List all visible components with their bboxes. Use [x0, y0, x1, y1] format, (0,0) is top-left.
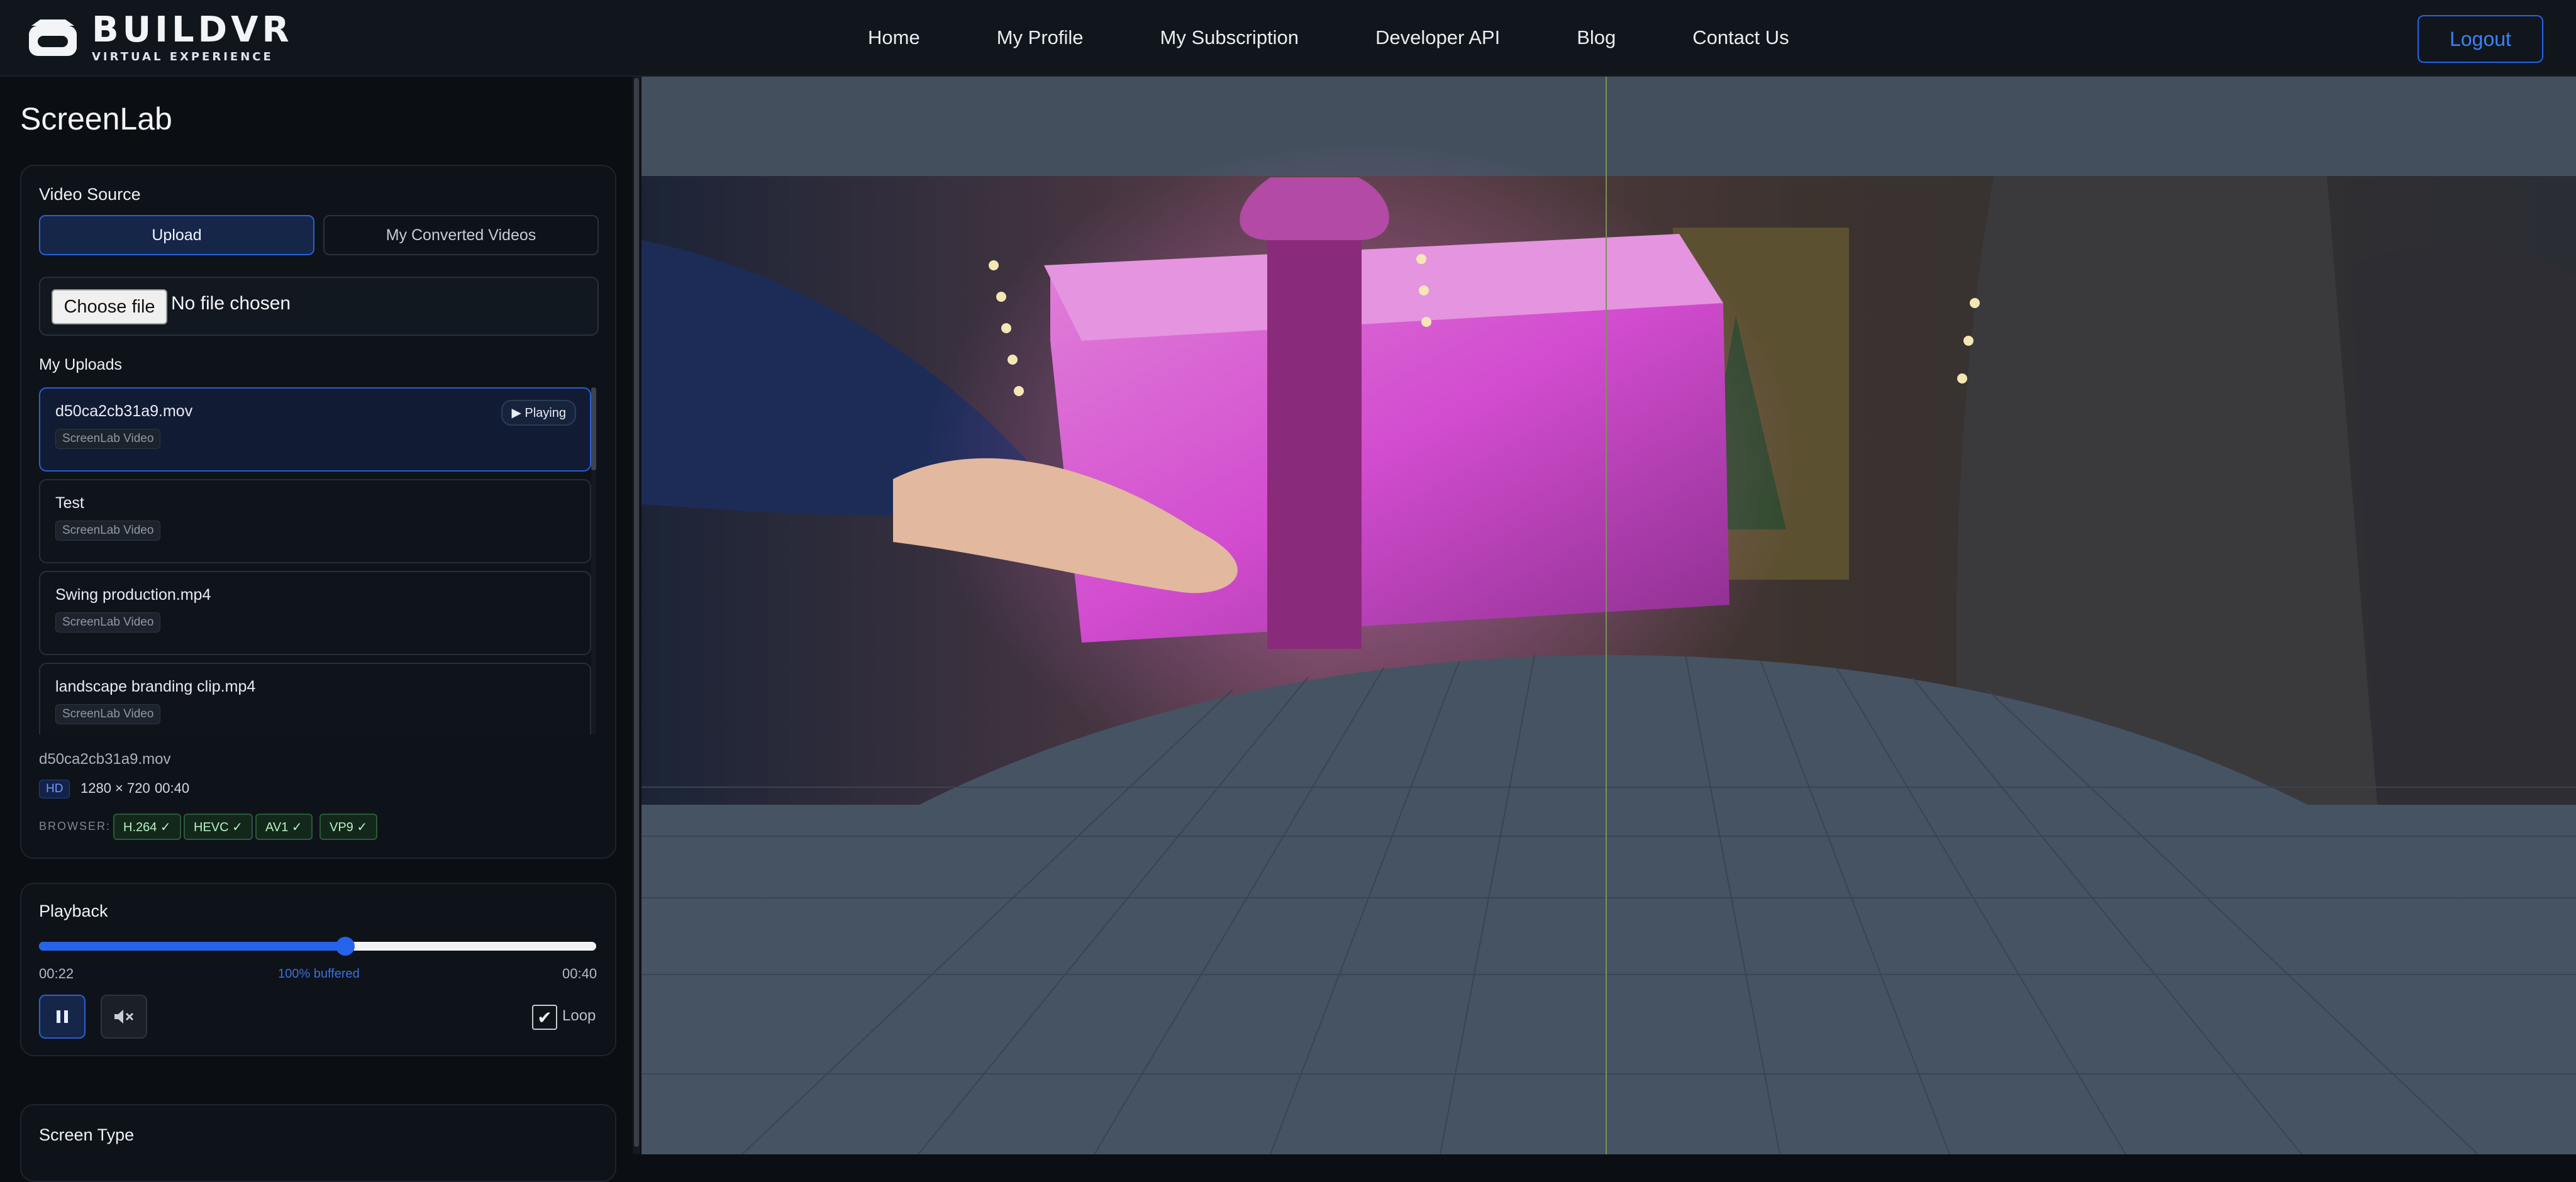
- brand-tagline: VIRTUAL EXPERIENCE: [92, 50, 274, 64]
- total-time: 00:40: [562, 966, 597, 981]
- browser-support-label: BROWSER:: [39, 820, 111, 832]
- tab-upload[interactable]: Upload: [39, 215, 314, 255]
- nav-developer-api[interactable]: Developer API: [1375, 26, 1500, 49]
- loop-label: Loop: [562, 1007, 596, 1024]
- video-gift-bow: [1240, 177, 1389, 240]
- playback-progress: [39, 942, 345, 951]
- upload-tag: ScreenLab Video: [55, 521, 161, 541]
- logout-button[interactable]: Logout: [2418, 15, 2543, 63]
- scene-background-top: [641, 77, 2576, 176]
- upload-name: landscape branding clip.mp4: [55, 678, 256, 695]
- mute-icon: [114, 1010, 134, 1024]
- list-item[interactable]: Test ScreenLab Video: [39, 479, 591, 563]
- file-status: No file chosen: [171, 293, 291, 314]
- vr-headset-logo-icon: [29, 19, 77, 56]
- playback-label: Playback: [39, 902, 108, 920]
- sidebar-scrollbar-thumb[interactable]: [634, 78, 639, 1147]
- duration-text: 00:40: [155, 780, 190, 796]
- upload-tag: ScreenLab Video: [55, 429, 161, 449]
- selected-file-name: d50ca2cb31a9.mov: [39, 751, 171, 768]
- main-nav: Home My Profile My Subscription Develope…: [868, 0, 1789, 75]
- vr-viewer[interactable]: [641, 77, 2576, 1154]
- video-source-label: Video Source: [39, 185, 141, 204]
- pause-button[interactable]: [39, 995, 86, 1039]
- brand-logo[interactable]: BUILDVR VIRTUAL EXPERIENCE: [26, 9, 293, 64]
- current-time: 00:22: [39, 966, 74, 981]
- resolution-text: 1280 × 720: [80, 780, 150, 796]
- choose-file-button[interactable]: Choose file: [52, 289, 167, 324]
- codec-badge-vp9: VP9 ✓: [319, 814, 378, 840]
- buffered-status: 100% buffered: [278, 967, 360, 981]
- codec-badge-h264: H.264 ✓: [113, 814, 181, 840]
- check-icon: ✔: [537, 1007, 552, 1027]
- nav-contact-us[interactable]: Contact Us: [1692, 26, 1789, 49]
- screen-type-label: Screen Type: [39, 1125, 135, 1144]
- list-item[interactable]: landscape branding clip.mp4 ScreenLab Vi…: [39, 663, 591, 734]
- nav-home[interactable]: Home: [868, 26, 920, 49]
- video-person-right: [2352, 245, 2576, 805]
- brand-name: BUILDVR: [92, 9, 293, 50]
- list-item[interactable]: Swing production.mp4 ScreenLab Video: [39, 571, 591, 655]
- nav-blog[interactable]: Blog: [1577, 26, 1616, 49]
- playing-badge: ▶ Playing: [501, 400, 576, 426]
- playback-slider-thumb[interactable]: [336, 937, 355, 956]
- upload-name: d50ca2cb31a9.mov: [55, 402, 193, 420]
- nav-my-profile[interactable]: My Profile: [997, 26, 1084, 49]
- video-gift-ribbon: [1267, 234, 1362, 649]
- file-input[interactable]: Choose file No file chosen: [39, 277, 599, 336]
- top-navbar: BUILDVR VIRTUAL EXPERIENCE Home My Profi…: [0, 0, 2576, 77]
- loop-checkbox[interactable]: ✔: [532, 1005, 557, 1030]
- uploads-list[interactable]: d50ca2cb31a9.mov ScreenLab Video ▶ Playi…: [39, 387, 596, 734]
- playing-label: Playing: [525, 406, 566, 420]
- my-uploads-label: My Uploads: [39, 356, 122, 373]
- codec-badge-hevc: HEVC ✓: [184, 814, 253, 840]
- vr-scene[interactable]: [641, 77, 2576, 1154]
- list-item[interactable]: d50ca2cb31a9.mov ScreenLab Video ▶ Playi…: [39, 387, 591, 472]
- mute-button[interactable]: [101, 995, 147, 1039]
- tab-my-converted-videos[interactable]: My Converted Videos: [323, 215, 599, 255]
- pause-icon: [57, 1010, 68, 1023]
- upload-tag: ScreenLab Video: [55, 612, 161, 632]
- upload-tag: ScreenLab Video: [55, 704, 161, 724]
- uploads-scrollbar-thumb[interactable]: [591, 387, 596, 470]
- quality-badge: HD: [39, 780, 70, 798]
- codec-badge-av1: AV1 ✓: [255, 814, 313, 840]
- nav-my-subscription[interactable]: My Subscription: [1160, 26, 1299, 49]
- page-title: ScreenLab: [20, 101, 172, 136]
- upload-name: Swing production.mp4: [55, 586, 211, 604]
- play-icon: ▶: [511, 406, 521, 420]
- upload-name: Test: [55, 494, 84, 512]
